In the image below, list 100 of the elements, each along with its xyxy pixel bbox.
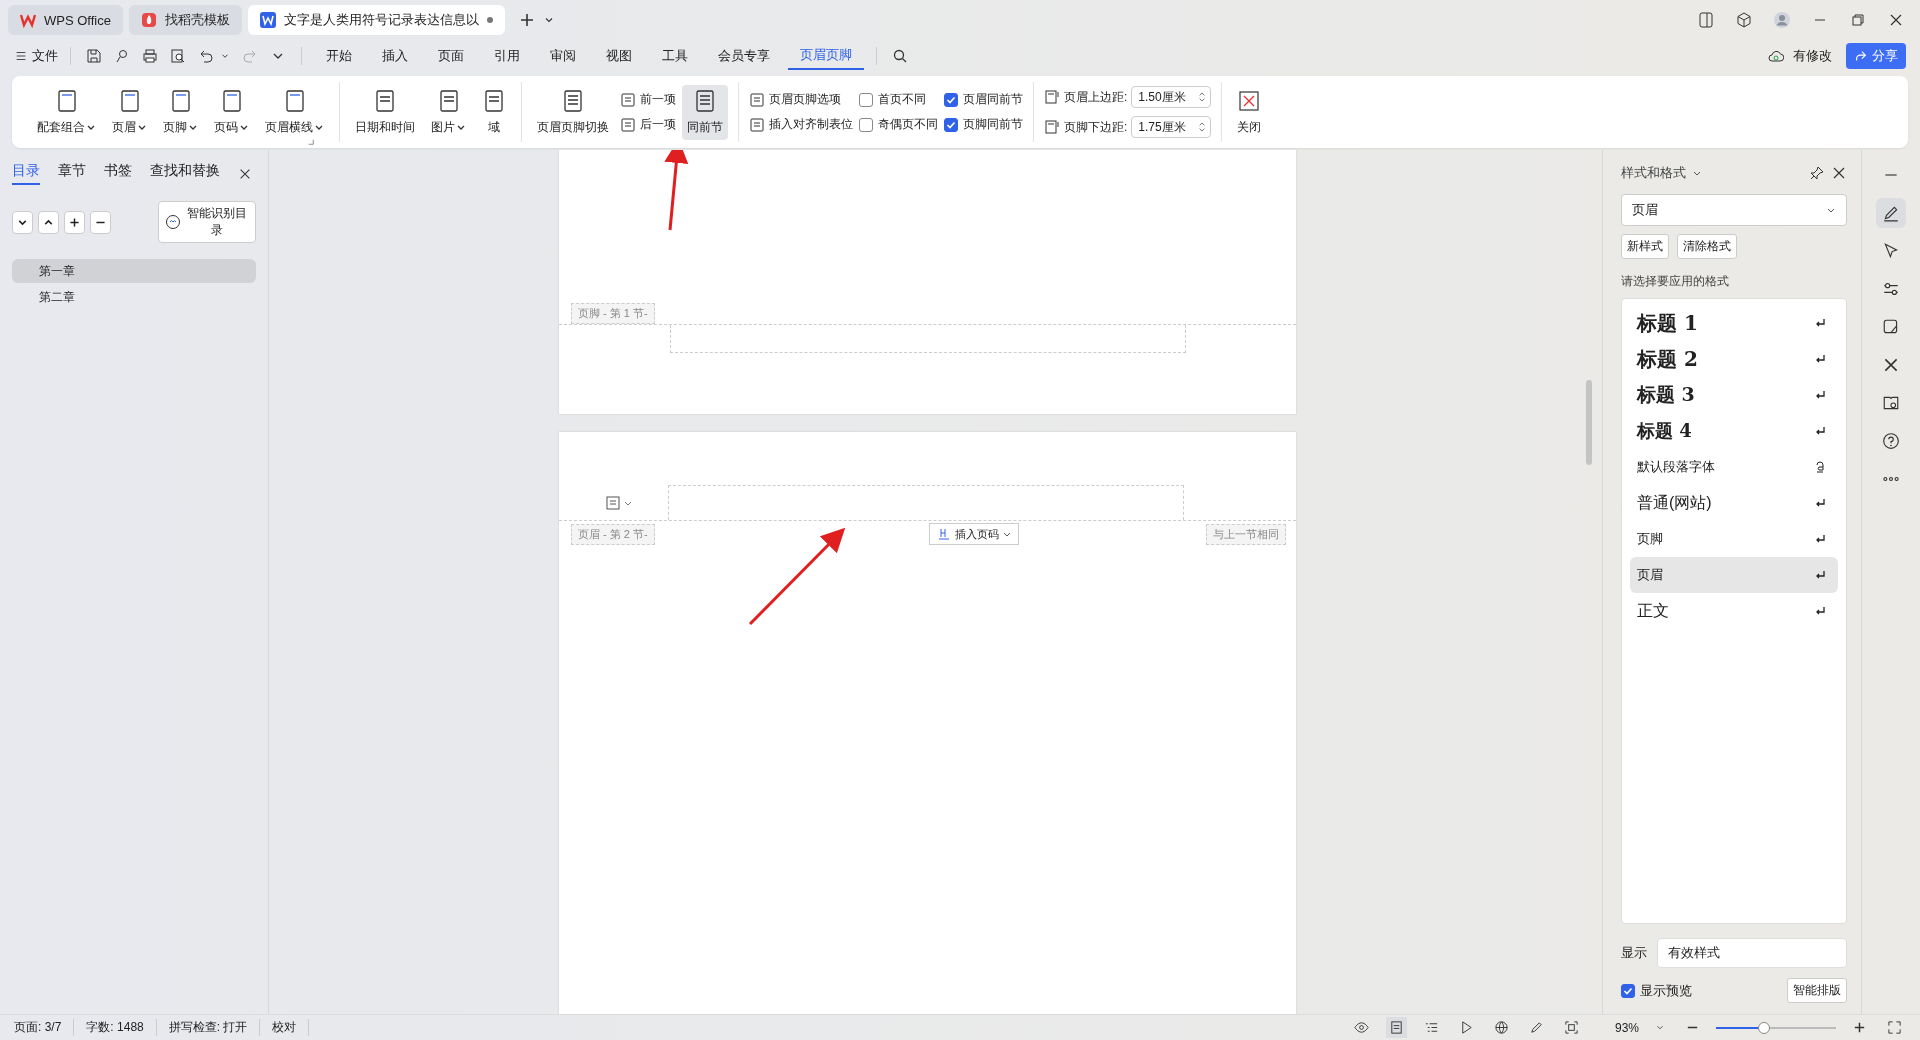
window-tab[interactable]: 文字是人类用符号记录表达信息以 [247, 5, 505, 35]
avatar-icon[interactable] [1774, 12, 1790, 28]
zoom-level[interactable]: 93% [1614, 1020, 1639, 1035]
smart-toc-button[interactable]: 智能识别目录 [158, 201, 256, 243]
ribbon-button[interactable]: 插入对齐制表位 [749, 116, 853, 133]
print-icon[interactable] [142, 48, 158, 64]
eye-icon[interactable] [1353, 1020, 1369, 1035]
smart-layout-button[interactable]: 智能排版 [1787, 978, 1847, 1003]
word-count[interactable]: 字数: 1488 [86, 1019, 157, 1036]
panel-tab[interactable]: 书签 [104, 162, 132, 185]
outline-item[interactable]: 第二章 [12, 285, 256, 309]
style-item[interactable]: 页脚 [1630, 521, 1838, 557]
image-edit-icon[interactable] [1882, 318, 1900, 336]
ribbon-button[interactable]: 页眉页脚选项 [749, 91, 853, 108]
add-button[interactable] [64, 210, 86, 234]
ribbon-button[interactable]: 前一项 [620, 91, 676, 108]
style-item[interactable]: 正文 [1630, 593, 1838, 629]
panel-tab[interactable]: 章节 [58, 162, 86, 185]
style-item[interactable]: 默认段落字体 [1630, 449, 1838, 485]
spinner-arrows-icon[interactable] [1198, 120, 1207, 134]
style-item[interactable]: 普通(网站) [1630, 485, 1838, 521]
book-search-icon[interactable] [1882, 394, 1900, 412]
style-button[interactable]: 新样式 [1621, 234, 1669, 259]
cursor-icon[interactable] [1882, 242, 1900, 260]
menu-tab[interactable]: 工具 [650, 43, 700, 69]
file-menu[interactable]: 文件 [14, 47, 58, 65]
fullscreen-icon[interactable] [1887, 1020, 1902, 1035]
link-icon[interactable] [114, 48, 130, 64]
menu-tab[interactable]: 视图 [594, 43, 644, 69]
ribbon-button[interactable]: 同前节 [682, 84, 728, 140]
menu-tab[interactable]: 开始 [314, 43, 364, 69]
panel-tab[interactable]: 查找和替换 [150, 162, 220, 185]
menu-tab[interactable]: 插入 [370, 43, 420, 69]
outline-item[interactable]: 第一章 [12, 259, 256, 283]
menu-tab[interactable]: 页面 [426, 43, 476, 69]
ribbon-button[interactable]: 日期和时间 [350, 84, 420, 140]
tablet-icon[interactable] [1698, 12, 1714, 28]
fit-icon[interactable] [1563, 1020, 1579, 1035]
globe-icon[interactable] [1493, 1020, 1509, 1035]
pin-icon[interactable] [1809, 165, 1825, 181]
checkbox[interactable]: 奇偶页不同 [859, 116, 938, 133]
style-item[interactable]: 标题 3 [1630, 377, 1838, 413]
save-icon[interactable] [86, 48, 102, 64]
close-icon[interactable] [1888, 12, 1904, 28]
window-tab[interactable]: WPS Office [8, 5, 123, 35]
ribbon-button[interactable]: 页眉 [107, 84, 152, 140]
expand-button[interactable] [12, 210, 34, 234]
panel-tab[interactable]: 目录 [12, 162, 40, 185]
style-item[interactable]: 页眉 [1630, 557, 1838, 593]
cube-icon[interactable] [1736, 12, 1752, 28]
ribbon-button[interactable]: 页眉页脚切换 [532, 84, 614, 140]
restore-icon[interactable] [1850, 12, 1866, 28]
outline-view-icon[interactable] [1423, 1020, 1439, 1035]
zoom-in-icon[interactable] [1852, 1020, 1867, 1035]
insert-page-number-button[interactable]: 插入页码 [929, 523, 1020, 545]
document-icon [620, 116, 636, 133]
spinner-arrows-icon[interactable] [1198, 90, 1207, 104]
ribbon-button[interactable]: 域 [477, 84, 511, 140]
ribbon-button[interactable]: 页码 [209, 84, 254, 140]
ribbon-button[interactable]: 配套组合 [32, 84, 101, 140]
tab-label: WPS Office [44, 12, 111, 28]
number-field[interactable]: 1.75厘米 [1131, 116, 1212, 138]
sliders-icon[interactable] [1882, 280, 1900, 298]
search-icon[interactable] [892, 48, 908, 64]
style-item[interactable]: 标题 1 [1630, 305, 1838, 341]
spell-check-status[interactable]: 拼写检查: 打开 [168, 1019, 261, 1036]
menu-tab[interactable]: 会员专享 [706, 43, 782, 69]
checkbox[interactable]: 显示预览 [1621, 981, 1692, 1000]
ribbon-button[interactable]: 后一项 [620, 116, 676, 133]
checkbox[interactable]: 页脚同前节 [944, 116, 1023, 133]
menu-tab[interactable]: 页眉页脚 [788, 42, 864, 70]
preview-icon[interactable] [170, 48, 186, 64]
pen-icon[interactable] [1528, 1020, 1544, 1035]
style-item[interactable]: 标题 4 [1630, 413, 1838, 449]
show-dropdown[interactable]: 有效样式 [1657, 938, 1847, 968]
style-name: 标题 1 [1637, 309, 1698, 337]
undo-icon[interactable] [198, 48, 214, 64]
close-icon[interactable] [1831, 165, 1847, 181]
collapse-button[interactable] [38, 210, 60, 234]
checkbox[interactable]: 页眉同前节 [944, 91, 1023, 108]
number-field[interactable]: 1.50厘米 [1131, 86, 1212, 108]
page-view-icon[interactable] [1385, 1017, 1407, 1038]
add-icon[interactable] [518, 12, 535, 28]
menu-tab[interactable]: 审阅 [538, 43, 588, 69]
paragraph-mark-icon [1814, 425, 1826, 437]
help-icon[interactable] [1882, 432, 1900, 450]
style-dropdown[interactable]: 页眉 [1621, 194, 1847, 226]
checkbox[interactable]: 首页不同 [859, 91, 938, 108]
window-tab[interactable]: 找稻壳模板 [128, 5, 242, 35]
menu-tab[interactable]: 引用 [482, 43, 532, 69]
cloud-icon[interactable] [1768, 48, 1784, 64]
ribbon-button[interactable]: 图片 [426, 84, 471, 140]
style-item[interactable]: 标题 2 [1630, 341, 1838, 377]
style-button[interactable]: 清除格式 [1677, 234, 1737, 259]
proofread-link[interactable]: 校对 [272, 1019, 310, 1036]
share-button[interactable]: 分享 [1846, 43, 1906, 69]
ribbon-button[interactable]: 页脚 [158, 84, 203, 140]
close-button[interactable]: 关闭 [1232, 84, 1267, 140]
ribbon-button[interactable]: 页眉横线 [260, 84, 329, 140]
pen-icon[interactable] [1876, 198, 1906, 228]
